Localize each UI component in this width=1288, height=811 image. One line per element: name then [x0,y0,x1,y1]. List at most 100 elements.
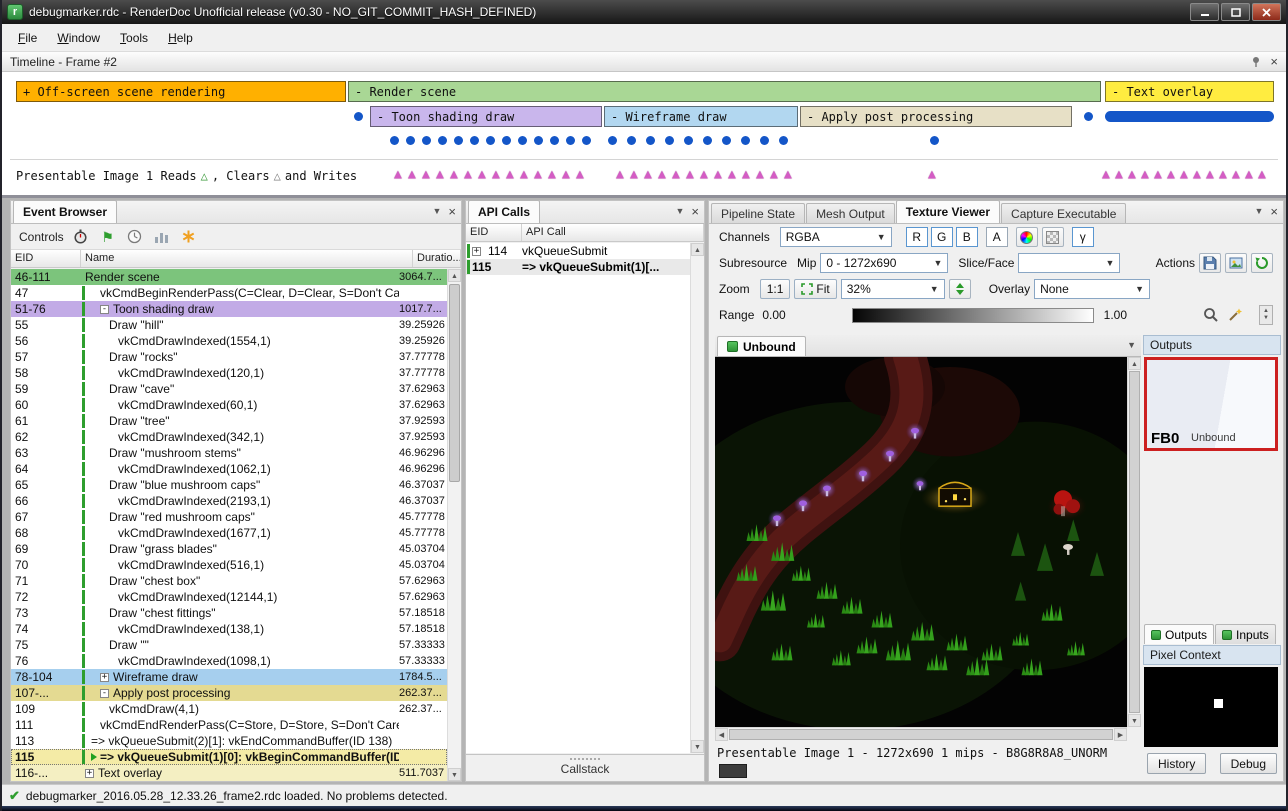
menu-item-window[interactable]: Window [47,27,110,49]
event-dot[interactable] [703,136,712,145]
event-row[interactable]: 65Draw "blue mushroom caps"46.37037 [11,477,447,493]
minimize-button[interactable] [1190,3,1219,21]
event-row[interactable]: 62vkCmdDrawIndexed(342,1)37.92593 [11,429,447,445]
event-row[interactable]: 64vkCmdDrawIndexed(1062,1)46.96296 [11,461,447,477]
scroll-down-icon[interactable]: ▼ [448,768,461,781]
zoom-value-input[interactable]: 32%▼ [841,279,945,299]
mip-select[interactable]: 0 - 1272x690▼ [820,253,948,273]
timeline-bar-apply-post-processing[interactable]: - Apply post processing [800,106,1072,127]
bookmark-button[interactable]: ⚑ [98,227,118,247]
event-dot[interactable] [930,136,939,145]
event-row[interactable]: 72vkCmdDrawIndexed(12144,1)57.62963 [11,589,447,605]
event-dot[interactable] [486,136,495,145]
event-row[interactable]: 69Draw "grass blades"45.03704 [11,541,447,557]
history-button[interactable]: History [1147,753,1206,774]
menu-item-tools[interactable]: Tools [110,27,158,49]
expander-icon[interactable]: - [100,305,109,314]
open-texture-list-button[interactable] [1225,253,1247,273]
chevron-down-icon[interactable]: ▼ [432,207,441,216]
scrollbar-thumb[interactable] [729,729,1113,740]
event-row[interactable]: 57Draw "rocks"37.77778 [11,349,447,365]
tab-texture-viewer[interactable]: Texture Viewer [896,200,1000,223]
event-row[interactable]: 78-104+Wireframe draw1784.5... [11,669,447,685]
autofit-button[interactable] [1225,305,1245,325]
event-dot[interactable] [502,136,511,145]
timeline-bar-offscreen-scene-rendering[interactable]: + Off-screen scene rendering [16,81,346,102]
timeline-bar-text-overlay[interactable]: - Text overlay [1105,81,1274,102]
event-dot[interactable] [354,112,363,121]
event-dot[interactable] [1084,112,1093,121]
chevron-down-icon[interactable]: ▼ [675,207,684,216]
event-row[interactable]: 109vkCmdDraw(4,1)262.37... [11,701,447,717]
pixel-context-view[interactable] [1144,667,1278,747]
statistics-button[interactable] [152,227,172,247]
overlay-select[interactable]: None▼ [1034,279,1150,299]
event-row[interactable]: 51-76-Toon shading draw1017.7... [11,301,447,317]
scroll-left-icon[interactable]: ◀ [715,728,728,741]
timeline-content[interactable]: + Off-screen scene rendering - Render sc… [10,73,1278,195]
scroll-up-icon[interactable]: ▲ [691,243,704,256]
fb0-thumbnail[interactable]: FB0 Unbound [1144,357,1278,451]
debug-button[interactable]: Debug [1220,753,1277,774]
event-dot[interactable] [684,136,693,145]
expander-icon[interactable]: + [100,673,109,682]
slice-face-select[interactable]: ▼ [1018,253,1120,273]
timeline-bar-render-scene[interactable]: - Render scene [348,81,1101,102]
tab-capture-executable[interactable]: Capture Executable [1001,203,1126,223]
column-eid[interactable]: EID [11,250,81,267]
toolbar-overflow-button[interactable]: ▲▼ [1259,305,1273,325]
event-row[interactable]: 116-...+Text overlay511.7037 [11,765,447,781]
event-browser-columns[interactable]: EID Name Duratio... [11,250,461,268]
close-panel-icon[interactable]: × [1270,205,1278,218]
event-dot[interactable] [422,136,431,145]
column-name[interactable]: Name [81,250,413,267]
event-row[interactable]: 58vkCmdDrawIndexed(120,1)37.77778 [11,365,447,381]
event-row[interactable]: 59Draw "cave"37.62963 [11,381,447,397]
event-dot[interactable] [566,136,575,145]
column-duration[interactable]: Duratio... [413,250,461,267]
zoom-1to1-button[interactable]: 1:1 [760,279,791,299]
api-calls-scrollbar[interactable]: ▲ ▼ [690,243,704,753]
event-row[interactable]: 111vkCmdEndRenderPass(C=Store, D=Store, … [11,717,447,733]
close-panel-icon[interactable]: × [691,205,699,218]
tab-inputs[interactable]: Inputs [1215,624,1276,644]
timeline-text-overlay-events-pill[interactable] [1105,111,1274,122]
texture-horizontal-scrollbar[interactable]: ◀ ▶ [715,727,1127,741]
event-browser-scrollbar[interactable]: ▲ ▼ [447,269,461,781]
event-row[interactable]: 68vkCmdDrawIndexed(1677,1)45.77778 [11,525,447,541]
refresh-button[interactable] [1251,253,1273,273]
event-row[interactable]: 61Draw "tree"37.92593 [11,413,447,429]
scrollbar-thumb[interactable] [1129,371,1140,713]
event-row[interactable]: 74vkCmdDrawIndexed(138,1)57.18518 [11,621,447,637]
channels-select[interactable]: RGBA▼ [780,227,892,247]
tab-api-calls[interactable]: API Calls [468,200,540,223]
gamma-button[interactable]: γ [1072,227,1094,247]
menu-item-help[interactable]: Help [158,27,203,49]
time-durations-button[interactable] [125,227,145,247]
scrollbar-thumb[interactable] [449,284,460,482]
timeline-bar-toon-shading-draw[interactable]: - Toon shading draw [370,106,602,127]
event-row[interactable]: 115=> vkQueueSubmit(1)[0]: vkBeginComman… [11,749,447,765]
save-texture-button[interactable] [1199,253,1221,273]
event-row[interactable]: 70vkCmdDrawIndexed(516,1)45.03704 [11,557,447,573]
menu-item-file[interactable]: File [8,27,47,49]
event-row[interactable]: 55Draw "hill"39.25926 [11,317,447,333]
texture-vertical-scrollbar[interactable]: ▲ ▼ [1127,357,1141,727]
tab-outputs[interactable]: Outputs [1144,624,1214,644]
options-button[interactable] [179,227,199,247]
expander-icon[interactable]: - [100,689,109,698]
callstack-section[interactable]: Callstack [466,754,704,781]
flip-y-button[interactable] [949,279,971,299]
maximize-button[interactable] [1221,3,1250,21]
expander-icon[interactable]: + [472,247,481,256]
event-dot[interactable] [406,136,415,145]
timeline-bar-wireframe-draw[interactable]: - Wireframe draw [604,106,798,127]
green-channel-button[interactable]: G [931,227,953,247]
api-calls-columns[interactable]: EID API Call [466,224,704,242]
tab-event-browser[interactable]: Event Browser [13,200,117,223]
event-row[interactable]: 46-111Render scene3064.7... [11,269,447,285]
checkerboard-button[interactable] [1042,227,1064,247]
column-api-call[interactable]: API Call [522,224,704,241]
event-row[interactable]: 63Draw "mushroom stems"46.96296 [11,445,447,461]
titlebar[interactable]: r debugmarker.rdc - RenderDoc Unofficial… [2,0,1286,24]
